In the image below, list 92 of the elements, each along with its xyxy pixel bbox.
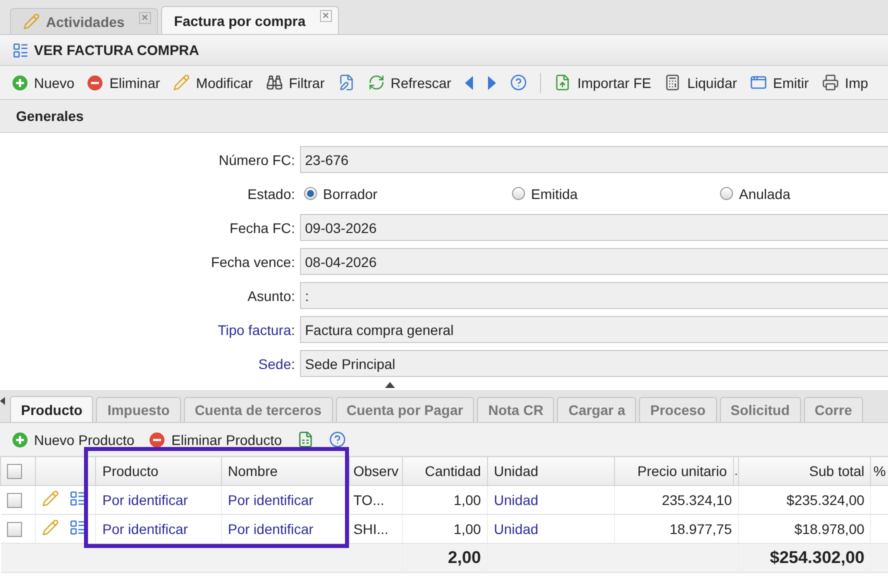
- toolbar-button[interactable]: Liquidar: [664, 74, 738, 91]
- toolbar-button[interactable]: Nuevo: [12, 74, 74, 90]
- pencil-icon: [23, 13, 40, 30]
- detail-tab[interactable]: Producto: [10, 396, 94, 422]
- field-label: Número FC:: [218, 152, 295, 168]
- toolbar-button[interactable]: Eliminar: [87, 74, 160, 90]
- toolbar-button[interactable]: Nuevo Producto: [12, 432, 134, 448]
- printer-icon: [822, 74, 839, 91]
- minus-circle-icon: [87, 74, 104, 90]
- expand-arrow-icon[interactable]: [0, 397, 5, 405]
- column-header[interactable]: Cantidad: [402, 456, 488, 486]
- detail-icon: [69, 519, 86, 536]
- field-label: Fecha vence:: [210, 254, 295, 270]
- section-title: Generales: [16, 108, 84, 124]
- column-header[interactable]: Observ: [350, 456, 402, 486]
- table-cell: 1,00: [402, 486, 488, 514]
- field-link[interactable]: Tipo factura: [218, 322, 292, 338]
- detail-tab[interactable]: Nota CR: [477, 397, 554, 422]
- radio-option[interactable]: Anulada: [716, 186, 888, 202]
- detail-tab[interactable]: Corre: [804, 397, 863, 422]
- detail-tab[interactable]: Cargar a: [557, 397, 636, 422]
- total-cell: 2,00: [402, 544, 488, 572]
- column-header[interactable]: Nombre: [221, 456, 350, 486]
- detail-tab[interactable]: Cuenta por Pagar: [336, 397, 474, 422]
- radio-button[interactable]: [512, 187, 525, 200]
- window-tab[interactable]: Factura por compra ×: [161, 6, 339, 34]
- table-cell: 235.324,10: [614, 486, 738, 514]
- field-label: Tipo factura:: [216, 322, 295, 338]
- plus-circle-icon: [12, 432, 28, 448]
- field-label: Estado:: [246, 186, 295, 202]
- row-checkbox[interactable]: [6, 493, 22, 508]
- input-field[interactable]: Factura compra general: [300, 316, 888, 343]
- radio-option[interactable]: Emitida: [508, 186, 716, 202]
- column-header[interactable]: Precio unitario: [614, 456, 734, 486]
- left-triangle-icon[interactable]: [464, 76, 474, 90]
- toolbar-button[interactable]: Imp: [822, 74, 868, 91]
- input-field[interactable]: :: [300, 282, 888, 309]
- radio-button[interactable]: [720, 187, 733, 200]
- minus-circle-icon: [149, 432, 166, 448]
- pencil-icon: [173, 74, 190, 91]
- refresh-icon: [368, 74, 385, 91]
- table-cell-link[interactable]: Por identificar: [221, 486, 350, 514]
- toolbar-button[interactable]: Importar FE: [554, 74, 652, 91]
- field-label: Asunto:: [246, 288, 295, 304]
- form-icon: [12, 42, 29, 58]
- radio-option[interactable]: Borrador: [300, 186, 508, 202]
- radio-button[interactable]: [304, 187, 317, 200]
- column-header[interactable]: Sub total: [738, 456, 871, 486]
- table-cell-link[interactable]: Por identificar: [221, 514, 350, 544]
- column-header[interactable]: %: [870, 456, 888, 486]
- toolbar-button[interactable]: Emitir: [750, 74, 809, 91]
- table-cell: TO...: [350, 486, 402, 514]
- view-title: VER FACTURA COMPRA: [34, 42, 200, 58]
- column-header[interactable]: Unidad: [487, 456, 615, 486]
- field-link[interactable]: Sede: [258, 356, 292, 372]
- pencil-icon: [42, 519, 60, 536]
- table-cell-link[interactable]: Por identificar: [96, 514, 222, 544]
- column-header[interactable]: Producto: [96, 456, 222, 486]
- input-field[interactable]: 09-03-2026: [300, 214, 888, 241]
- right-triangle-icon[interactable]: [487, 76, 498, 90]
- collapse-handle-icon[interactable]: [385, 382, 395, 388]
- detail-tab[interactable]: Solicitud: [720, 397, 801, 422]
- document-upload-icon: [554, 74, 572, 91]
- detail-icon: [69, 490, 86, 507]
- help-icon[interactable]: [510, 74, 528, 91]
- plus-circle-icon: [12, 74, 28, 90]
- detail-tab[interactable]: Cuenta de terceros: [184, 397, 333, 422]
- row-checkbox[interactable]: [6, 522, 22, 538]
- input-field[interactable]: 08-04-2026: [300, 248, 888, 275]
- toolbar-button[interactable]: Filtrar: [266, 74, 325, 91]
- total-cell: $254.302,00: [738, 544, 871, 572]
- table-cell: $235.324,00: [738, 486, 871, 514]
- column-header[interactable]: .: [733, 456, 738, 486]
- pencil-icon: [42, 490, 60, 507]
- calculator-icon: [664, 74, 682, 91]
- toolbar-button[interactable]: Refrescar: [368, 74, 452, 91]
- edit-document-icon[interactable]: [338, 74, 355, 91]
- input-field[interactable]: 23-676: [300, 146, 888, 173]
- toolbar-button[interactable]: Modificar: [173, 74, 253, 91]
- input-field[interactable]: Sede Principal: [300, 350, 888, 377]
- table-cell-link[interactable]: Por identificar: [96, 486, 222, 514]
- help-icon[interactable]: [328, 431, 346, 448]
- binoculars-icon: [266, 74, 283, 91]
- spreadsheet-icon[interactable]: [296, 431, 314, 448]
- toolbar-button[interactable]: Eliminar Producto: [149, 432, 282, 448]
- select-all-checkbox[interactable]: [7, 464, 22, 480]
- detail-tab[interactable]: Impuesto: [96, 397, 181, 422]
- detail-tab[interactable]: Proceso: [639, 397, 717, 422]
- table-cell-link[interactable]: Unidad: [487, 486, 615, 514]
- window-tab[interactable]: Actividades ×: [10, 8, 158, 34]
- field-label: Sede:: [257, 356, 295, 372]
- field-label: Fecha FC:: [228, 220, 295, 236]
